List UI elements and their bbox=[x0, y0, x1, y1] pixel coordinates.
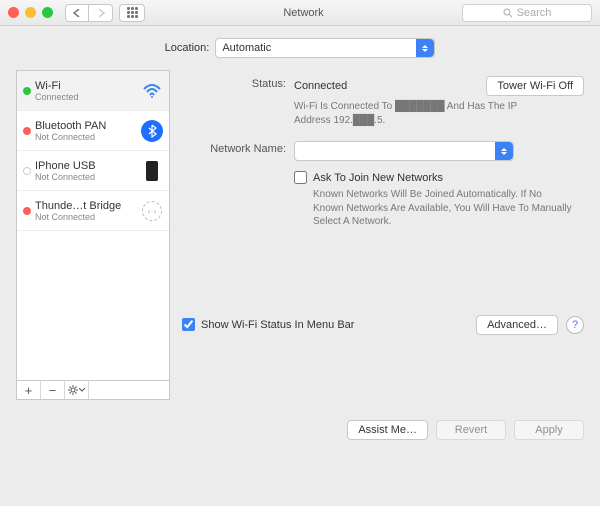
status-value: Connected bbox=[294, 80, 347, 92]
search-input[interactable]: Search bbox=[462, 4, 592, 22]
chevron-updown-icon bbox=[495, 142, 513, 160]
network-name-select[interactable] bbox=[294, 141, 514, 161]
sidebar-item-wifi[interactable]: Wi-Fi Connected bbox=[17, 71, 169, 111]
zoom-icon[interactable] bbox=[42, 7, 53, 18]
window-title: Network bbox=[145, 7, 462, 19]
wifi-toggle-button[interactable]: Tower Wi-Fi Off bbox=[486, 76, 584, 96]
wifi-icon bbox=[141, 80, 163, 102]
assist-me-button[interactable]: Assist Me… bbox=[347, 420, 428, 440]
footer-buttons: Assist Me… Revert Apply bbox=[0, 410, 600, 440]
chevron-updown-icon bbox=[416, 39, 434, 57]
sidebar-footer: + − bbox=[16, 380, 170, 400]
search-icon bbox=[503, 8, 513, 18]
location-select[interactable]: Automatic bbox=[215, 38, 435, 58]
status-dot-icon bbox=[23, 167, 31, 175]
sidebar-item-thunderbolt-bridge[interactable]: Thunde…t Bridge Not Connected ‹·› bbox=[17, 191, 169, 231]
help-button[interactable]: ? bbox=[566, 316, 584, 334]
show-wifi-status-checkbox[interactable]: Show Wi-Fi Status In Menu Bar bbox=[182, 318, 354, 331]
minimize-icon[interactable] bbox=[25, 7, 36, 18]
sidebar-item-bluetooth[interactable]: Bluetooth PAN Not Connected bbox=[17, 111, 169, 151]
status-label: Status: bbox=[182, 76, 294, 90]
location-row: Location: Automatic bbox=[16, 38, 584, 58]
ask-to-join-checkbox[interactable]: Ask To Join New Networks bbox=[294, 171, 584, 184]
window-controls bbox=[8, 7, 53, 18]
thunderbolt-bridge-icon: ‹·› bbox=[141, 200, 163, 222]
chevron-down-icon bbox=[79, 388, 85, 392]
iphone-icon bbox=[141, 160, 163, 182]
forward-button[interactable] bbox=[89, 4, 113, 22]
status-dot-icon bbox=[23, 207, 31, 215]
status-dot-icon bbox=[23, 127, 31, 135]
close-icon[interactable] bbox=[8, 7, 19, 18]
apps-grid-button[interactable] bbox=[119, 4, 145, 22]
remove-interface-button[interactable]: − bbox=[41, 381, 65, 399]
nav-buttons bbox=[65, 4, 113, 22]
advanced-button[interactable]: Advanced… bbox=[476, 315, 558, 335]
action-menu-button[interactable] bbox=[65, 381, 89, 399]
gear-icon bbox=[68, 385, 78, 395]
add-interface-button[interactable]: + bbox=[17, 381, 41, 399]
location-label: Location: bbox=[165, 42, 210, 54]
back-button[interactable] bbox=[65, 4, 89, 22]
status-description: Wi-Fi Is Connected To ███████ And Has Th… bbox=[294, 100, 554, 127]
details-panel: Status: Connected Tower Wi-Fi Off Wi-Fi … bbox=[182, 70, 584, 400]
status-dot-icon bbox=[23, 87, 31, 95]
revert-button[interactable]: Revert bbox=[436, 420, 506, 440]
titlebar: Network Search bbox=[0, 0, 600, 26]
network-name-label: Network Name: bbox=[182, 141, 294, 155]
apply-button[interactable]: Apply bbox=[514, 420, 584, 440]
interface-sidebar: Wi-Fi Connected Bluetooth PAN Not Connec… bbox=[16, 70, 170, 400]
interface-list: Wi-Fi Connected Bluetooth PAN Not Connec… bbox=[16, 70, 170, 380]
ask-to-join-description: Known Networks Will Be Joined Automatica… bbox=[313, 188, 573, 229]
bluetooth-icon bbox=[141, 120, 163, 142]
sidebar-item-iphone-usb[interactable]: IPhone USB Not Connected bbox=[17, 151, 169, 191]
